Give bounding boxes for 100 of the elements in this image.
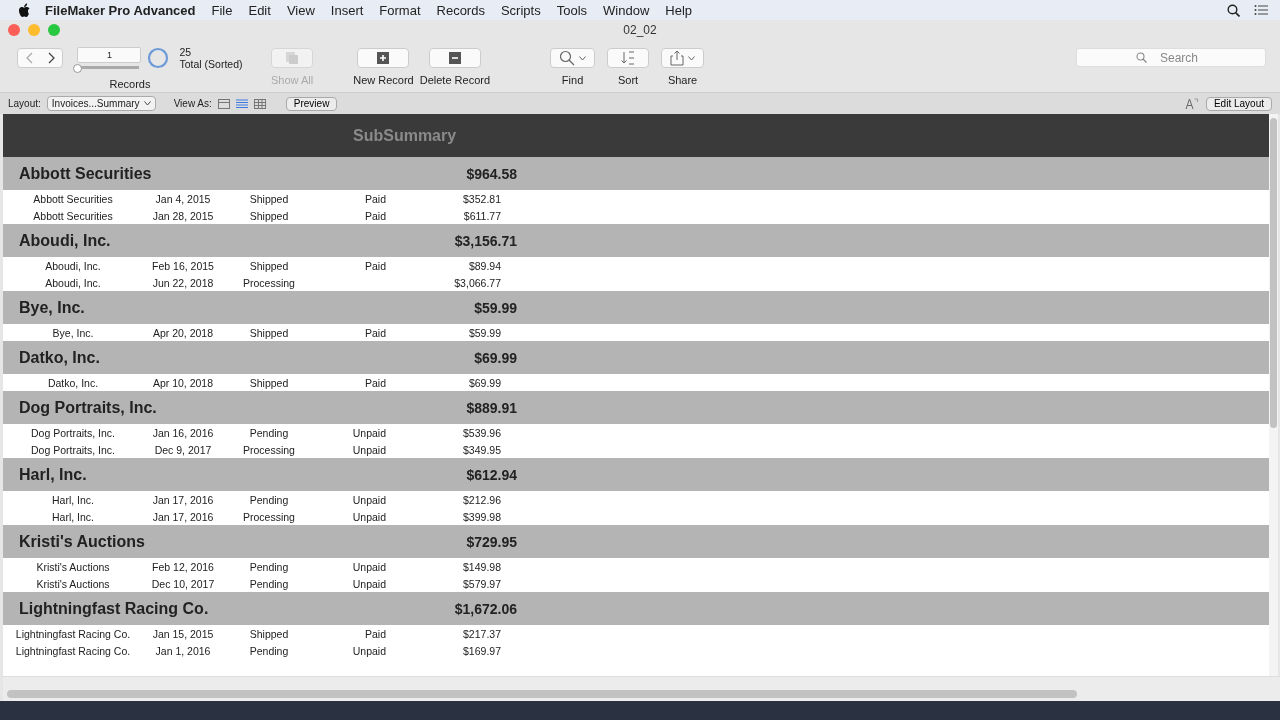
amount-cell-text: $539.96: [462, 426, 501, 439]
customer-cell-text: Dog Portraits, Inc.: [30, 426, 116, 439]
customer-cell-text: Harl, Inc.: [51, 493, 95, 506]
close-button[interactable]: [8, 24, 20, 36]
status-cell-text: Pending: [248, 577, 290, 590]
menu-item[interactable]: Format: [371, 2, 429, 18]
search-icon: [559, 50, 576, 66]
window-title: 02_02: [623, 23, 657, 37]
customer-cell-text: Datko, Inc.: [46, 376, 100, 389]
amount-cell-text: $217.37: [462, 627, 501, 640]
date-cell-text: Jan 1, 2016: [154, 644, 212, 657]
payment-cell-text: Paid: [364, 326, 386, 339]
search-icon: [1136, 52, 1147, 63]
date-cell-text: Apr 20, 2018: [151, 326, 215, 339]
menu-item[interactable]: Window: [595, 2, 658, 18]
date-cell-text: Jan 15, 2015: [151, 627, 215, 640]
date-cell-text: Dec 10, 2017: [150, 577, 216, 590]
menu-item[interactable]: Records: [428, 2, 493, 18]
chevron-right-icon: [48, 52, 55, 64]
amount-cell-text: $611.77: [462, 209, 501, 222]
caret-down-icon: [579, 55, 587, 61]
group-total: $59.99: [473, 299, 517, 316]
found-count: 25: [179, 46, 193, 58]
date-cell-text: Jan 17, 2016: [151, 510, 215, 523]
menu-item[interactable]: View: [278, 2, 323, 18]
status-cell-text: Shipped: [248, 209, 290, 222]
payment-cell-text: Paid: [364, 209, 386, 222]
delete-button[interactable]: Delete Record: [419, 48, 491, 86]
customer-cell-text: Aboudi, Inc.: [44, 276, 102, 289]
record-number-field[interactable]: 1: [77, 47, 142, 63]
group-name: Aboudi, Inc.: [19, 231, 112, 250]
minimize-button[interactable]: [28, 24, 40, 36]
vertical-scrollbar[interactable]: [1270, 118, 1277, 428]
group-name: Kristi's Auctions: [19, 532, 146, 551]
apple-logo-icon: [18, 2, 31, 18]
date-cell-text: Feb 12, 2016: [151, 560, 215, 573]
found-status: Total (Sorted): [179, 58, 243, 70]
amount-cell-text: $89.94: [467, 259, 501, 272]
payment-cell-text: Paid: [364, 259, 386, 272]
status-cell-text: Pending: [248, 493, 290, 506]
preview-button[interactable]: Preview: [285, 96, 338, 111]
search-field[interactable]: Search: [1076, 48, 1266, 67]
payment-cell-text: Unpaid: [351, 510, 386, 523]
share-icon: [670, 50, 685, 66]
menu-item[interactable]: Help: [657, 2, 701, 18]
search-icon[interactable]: [1227, 3, 1240, 17]
view-form-icon[interactable]: [217, 98, 230, 109]
minus-icon: [448, 52, 461, 64]
amount-cell-text: $212.96: [462, 493, 501, 506]
payment-cell-text: Paid: [364, 192, 386, 205]
date-cell-text: Jan 28, 2015: [151, 209, 215, 222]
layout-label: Layout:: [8, 98, 41, 109]
stacked-pages-icon: [285, 51, 300, 65]
zoom-button[interactable]: [48, 24, 60, 36]
amount-cell-text: $169.97: [462, 644, 501, 657]
new-button[interactable]: New Record: [353, 48, 414, 86]
horizontal-scrollbar[interactable]: [7, 690, 1077, 698]
slider-thumb[interactable]: [73, 64, 83, 73]
amount-cell-text: $352.81: [462, 192, 501, 205]
view-table-icon[interactable]: [253, 98, 266, 109]
customer-cell-text: Lightningfast Racing Co.: [14, 644, 132, 657]
menu-item[interactable]: Edit: [240, 2, 279, 18]
group-total: $964.58: [465, 165, 517, 182]
group-name: Harl, Inc.: [19, 465, 88, 484]
group-name: Bye, Inc.: [19, 298, 86, 317]
menu-item[interactable]: Tools: [548, 2, 596, 18]
customer-cell-text: Kristi's Auctions: [35, 560, 111, 573]
payment-cell-text: Paid: [364, 627, 386, 640]
group-name: Lightningfast Racing Co.: [19, 599, 210, 618]
view-list-icon[interactable]: [235, 98, 248, 109]
list-menu-icon[interactable]: [1254, 4, 1268, 16]
date-cell-text: Jan 17, 2016: [151, 493, 215, 506]
sort-icon: [620, 50, 637, 66]
menu-item[interactable]: File: [203, 2, 241, 18]
view-as-label: View As:: [173, 98, 212, 109]
customer-cell-text: Lightningfast Racing Co.: [14, 627, 132, 640]
payment-cell-text: Unpaid: [351, 560, 386, 573]
group-total: $889.91: [465, 399, 517, 416]
menu-item[interactable]: Insert: [322, 2, 372, 18]
date-cell-text: Dec 9, 2017: [153, 443, 213, 456]
amount-cell-text: $149.98: [462, 560, 501, 573]
amount-cell-text: $3,066.77: [453, 276, 501, 289]
layout-dropdown[interactable]: Invoices...Summary: [46, 96, 156, 111]
edit-layout-button[interactable]: Edit Layout: [1205, 96, 1272, 111]
app-name-menu[interactable]: FileMaker Pro Advanced: [31, 2, 204, 18]
customer-cell-text: Kristi's Auctions: [35, 577, 111, 590]
records-label: Records: [109, 78, 151, 90]
amount-cell-text: $399.98: [462, 510, 501, 523]
group-total: $729.95: [465, 533, 517, 550]
status-cell-text: Shipped: [248, 326, 290, 339]
payment-cell-text: Unpaid: [351, 443, 386, 456]
plus-icon: [377, 52, 390, 64]
date-cell-text: Jan 16, 2016: [151, 426, 215, 439]
status-cell-text: Pending: [248, 560, 290, 573]
pie-chart-icon: [147, 47, 170, 69]
amount-cell-text: $59.99: [467, 326, 501, 339]
menu-item[interactable]: Scripts: [492, 2, 549, 18]
payment-cell-text: Unpaid: [351, 577, 386, 590]
payment-cell-text: Paid: [364, 376, 386, 389]
text-size-icon[interactable]: [1184, 97, 1198, 110]
